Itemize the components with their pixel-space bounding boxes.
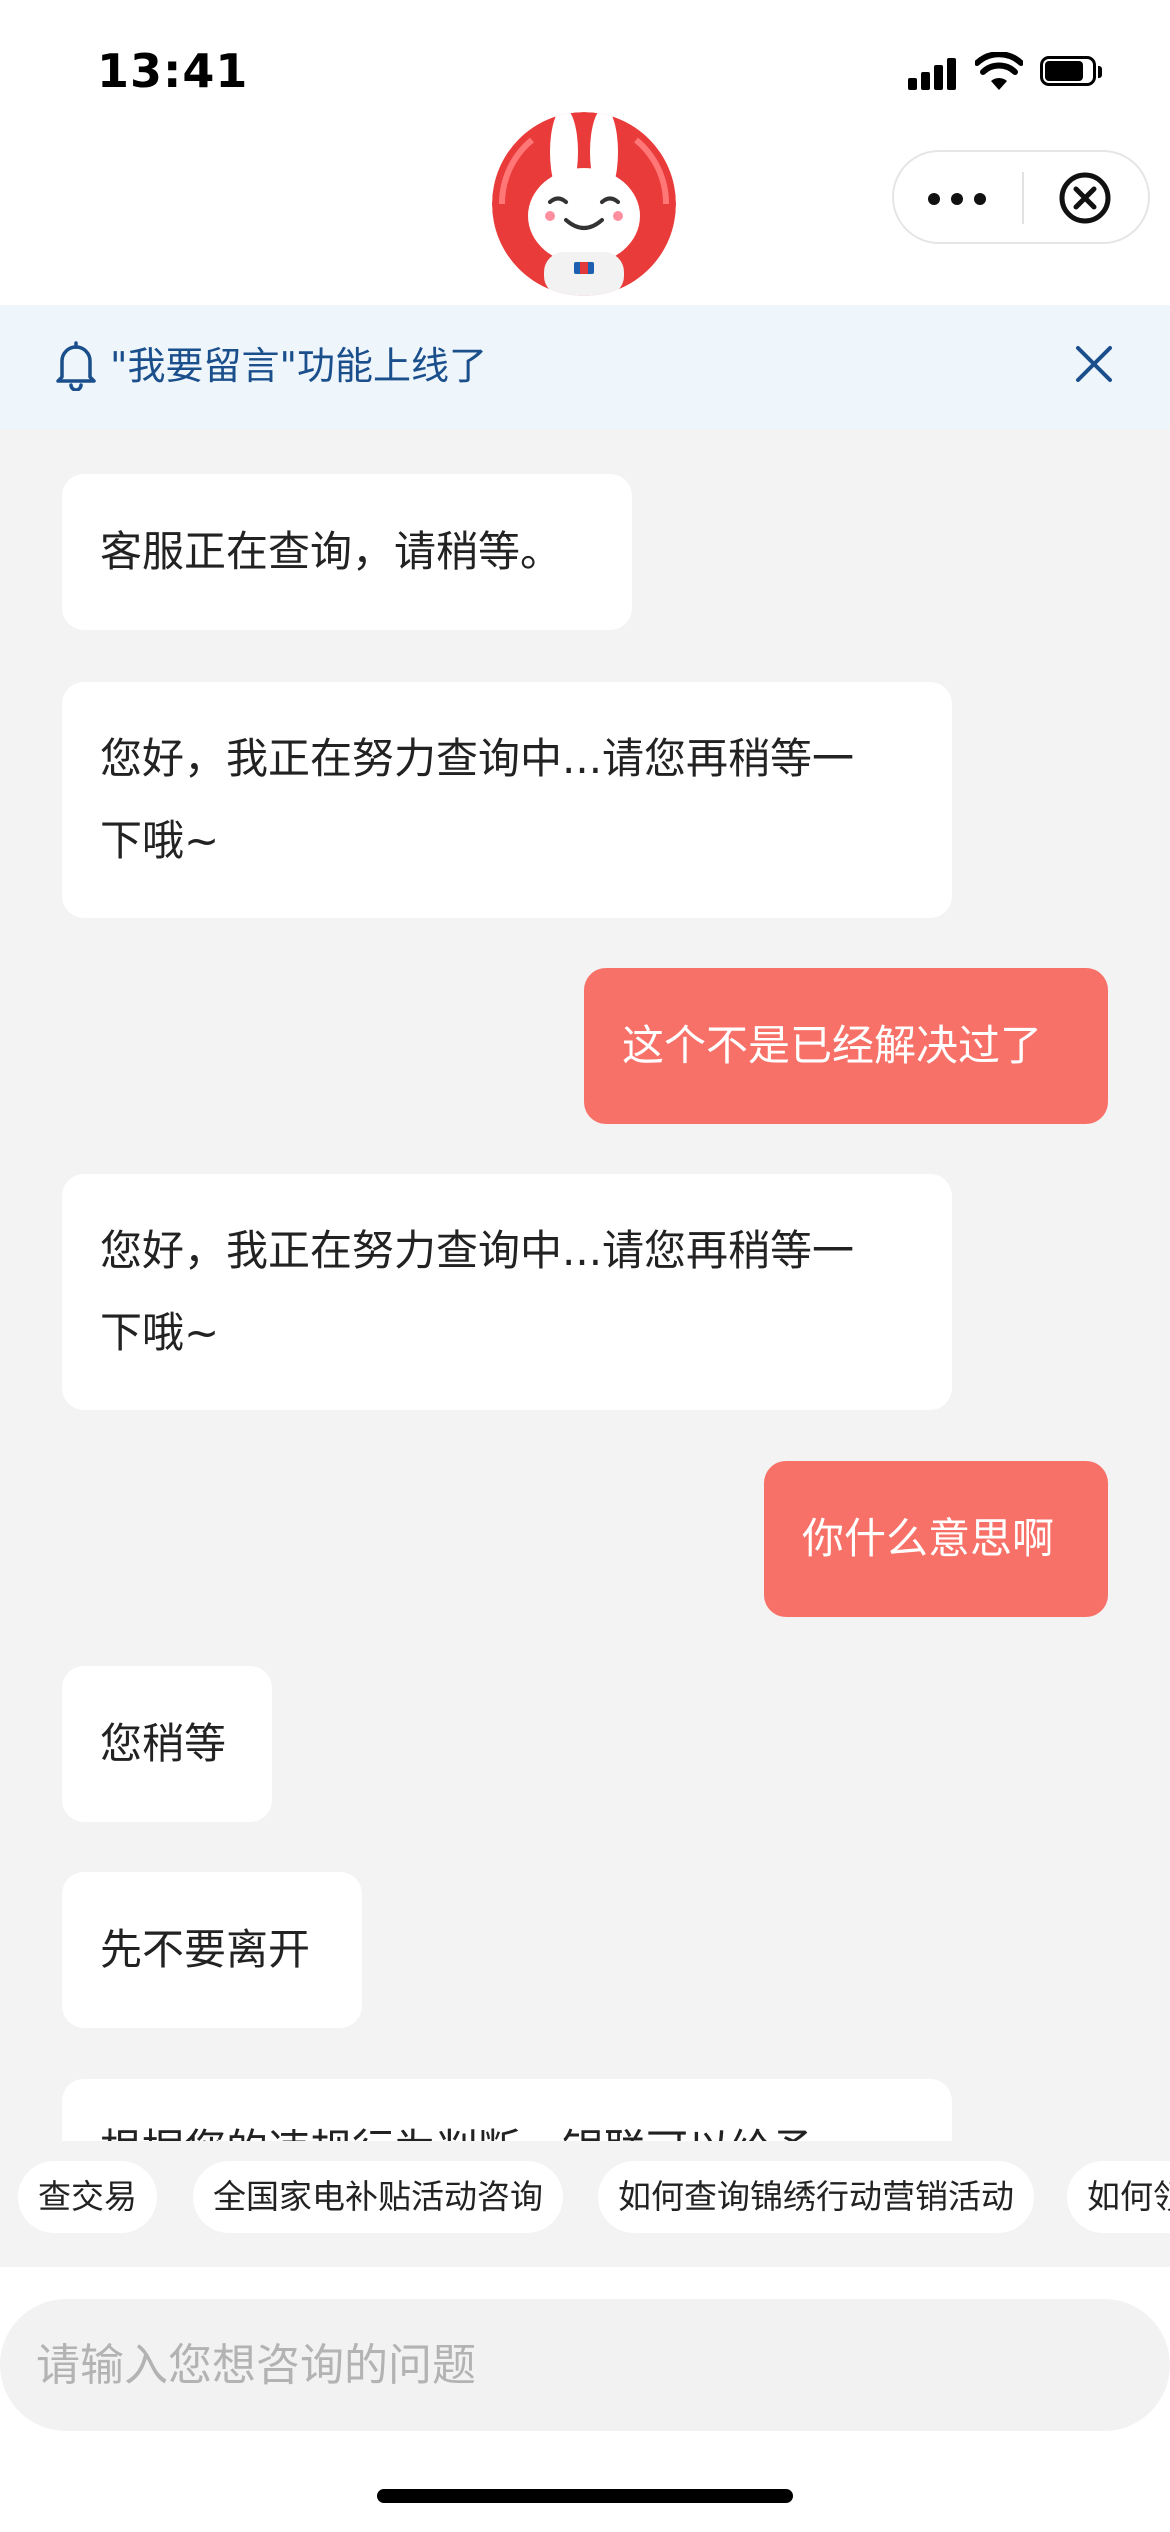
message-text: 先不要离开 (100, 1925, 311, 1974)
cellular-signal-icon (908, 56, 958, 90)
close-circle-icon[interactable] (1057, 170, 1113, 226)
message-input[interactable] (0, 2299, 1170, 2431)
user-message-bubble: 你什么意思啊 (764, 1461, 1108, 1617)
quick-reply-chip[interactable]: 全国家电补贴活动咨询 (193, 2161, 563, 2233)
mascot-avatar (492, 112, 676, 296)
chat-message-list[interactable]: 客服正在查询，请稍等。 您好，我正在努力查询中...请您再稍等一 下哦~ 这个不… (0, 429, 1170, 2141)
bell-icon (56, 341, 96, 391)
message-text: 你什么意思啊 (802, 1514, 1055, 1563)
message-text: 根据您的违规行为判断，银联可以给予 (100, 2125, 814, 2141)
more-options-icon[interactable] (926, 152, 988, 242)
agent-message-bubble: 先不要离开 (62, 1872, 362, 2028)
notice-bar: "我要留言"功能上线了 (0, 305, 1170, 429)
message-text-line: 下哦~ (100, 816, 220, 865)
agent-message-bubble: 根据您的违规行为判断，银联可以给予 (62, 2079, 952, 2141)
capsule-divider (1022, 172, 1024, 224)
message-text: 您稍等 (100, 1719, 227, 1768)
status-time: 13:41 (97, 44, 249, 98)
wifi-icon (975, 52, 1023, 90)
message-text-line: 下哦~ (100, 1308, 220, 1357)
agent-message-bubble: 您好，我正在努力查询中...请您再稍等一 下哦~ (62, 1174, 952, 1410)
user-message-bubble: 这个不是已经解决过了 (584, 968, 1108, 1124)
mini-program-capsule (892, 150, 1150, 244)
agent-message-bubble: 客服正在查询，请稍等。 (62, 474, 632, 630)
quick-reply-chip[interactable]: 查交易 (18, 2161, 157, 2233)
home-indicator (377, 2489, 793, 2503)
battery-icon (1040, 56, 1102, 88)
message-text: 这个不是已经解决过了 (622, 1021, 1043, 1070)
agent-message-bubble: 您稍等 (62, 1666, 272, 1822)
message-text: 客服正在查询，请稍等。 (100, 527, 563, 576)
notice-text[interactable]: "我要留言"功能上线了 (110, 341, 487, 391)
quick-reply-bar[interactable]: 查交易 全国家电补贴活动咨询 如何查询锦绣行动营销活动 如何领 (0, 2141, 1170, 2267)
message-text-line: 您好，我正在努力查询中...请您再稍等一 (100, 734, 855, 783)
agent-message-bubble: 您好，我正在努力查询中...请您再稍等一 下哦~ (62, 682, 952, 918)
notice-close-icon[interactable] (1072, 342, 1116, 386)
message-text-line: 您好，我正在努力查询中...请您再稍等一 (100, 1226, 855, 1275)
quick-reply-chip[interactable]: 如何领 (1067, 2161, 1170, 2233)
quick-reply-chip[interactable]: 如何查询锦绣行动营销活动 (598, 2161, 1034, 2233)
